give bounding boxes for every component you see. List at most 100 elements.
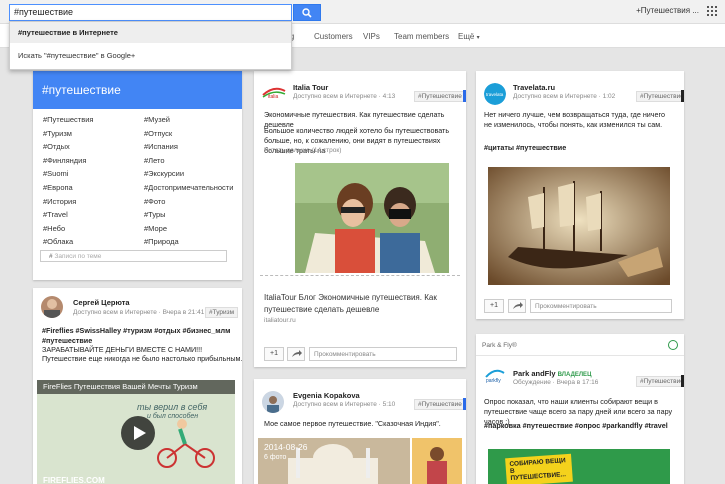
hashtag-link[interactable]: #Путешествия [43,115,93,124]
parkfly-logo-text: parkfly [486,378,501,383]
hashtag-link[interactable]: #Отпуск [144,129,172,138]
post-card-evgenia: Evgenia Kopakova Доступно всем в Интерне… [254,379,466,484]
post-banner-image[interactable]: СОБИРАЮ ВЕЩИ В ПУТЕШЕСТВИЕ... [488,449,670,484]
nav-item-team-members[interactable]: Team members [394,32,449,41]
search-button[interactable] [293,4,321,21]
user-account-link[interactable]: +Путешествия ... [636,6,699,15]
italia-tour-logo[interactable]: italia [262,83,286,99]
avatar[interactable] [262,391,284,413]
search-input[interactable]: #путешествие [9,4,292,21]
hashtag-link[interactable]: #Природа [144,237,179,246]
hashtag-link[interactable]: #Экскурсии [144,169,184,178]
read-more-link[interactable]: Читать дальше (14 строк) [264,147,341,154]
hashtag-link[interactable]: #Море [144,224,167,233]
community-name[interactable]: Park & Fly® [482,342,517,349]
post-author[interactable]: Park andFly ВЛАДЕЛЕЦ [513,369,591,378]
suggestion-google-search[interactable]: Искать "#путешествие" в Google+ [10,43,291,68]
bike-illustration [157,419,215,468]
hashtag-link[interactable]: #Туризм [43,129,72,138]
post-text-line1: Нет ничего лучше, чем возвращаться туда,… [484,110,666,129]
hashtag-link[interactable]: #Испания [144,142,178,151]
post-text-line2: Путешествие еще никогда не было настольк… [42,354,242,363]
post-badge[interactable]: #Путешествие [636,376,684,387]
post-hashtags[interactable]: #парковка #путешествие #опрос #parkandfl… [484,421,668,430]
post-meta: Обсуждение · Вчера в 17:16 [513,379,599,386]
hashtag-link[interactable]: #История [43,197,76,206]
album-date: 2014-08-26 [264,442,308,452]
video-footer-text: FIREFLIES.COM [43,476,105,484]
suggestion-hashtag[interactable]: #путешествие в Интернете [10,22,291,43]
video-title: FireFlies Путешествия Вашей Мечты Туризм [37,380,235,394]
post-meta: Доступно всем в Интернете · Вчера в 21:4… [73,309,205,316]
album-cover[interactable]: 2014-08-26 6 фото [258,438,410,484]
post-meta: Доступно всем в Интернете · 1:02 [513,93,616,100]
marker [681,90,684,102]
hash-icon: # [49,253,53,260]
post-author[interactable]: Evgenia Kopakova [293,391,360,400]
hashtag-link[interactable]: #Небо [43,224,65,233]
unread-marker [463,398,466,410]
nav-item-vips[interactable]: VIPs [363,32,380,41]
hashtag-link[interactable]: #Финляндия [43,156,86,165]
apps-grid-icon[interactable] [707,6,717,16]
italia-logo-text: italia [268,94,279,99]
post-card-park-and-fly: Park & Fly® parkfly Park andFly ВЛАДЕЛЕЦ… [476,334,684,484]
author-name: Park andFly [513,369,556,378]
nav-item-customers[interactable]: Customers [314,32,353,41]
hashtag-link[interactable]: #Облака [43,237,73,246]
post-photo[interactable] [295,163,449,273]
divider [476,355,684,356]
post-photo[interactable] [488,167,670,285]
plus-one-button[interactable]: +1 [264,347,284,361]
share-icon [292,350,302,357]
comment-input[interactable]: Прокомментировать [309,347,457,361]
album-thumbnail[interactable] [412,438,462,484]
post-badge[interactable]: #Туризм [205,307,239,318]
video-overlay-text: ты верил в себя [137,402,208,412]
post-text-line1: Мое самое первое путешествие. "Сказочная… [264,419,441,428]
chevron-down-icon: ▾ [476,35,480,41]
plus-one-button[interactable]: +1 [484,299,504,313]
hashtag-link[interactable]: #Лето [144,156,165,165]
post-author[interactable]: Сергей Церюта [73,298,130,307]
comment-input[interactable]: Прокомментировать [530,299,672,313]
community-icon[interactable] [668,340,678,350]
search-icon [302,7,312,18]
link-domain[interactable]: italiatour.ru [264,317,296,324]
play-button[interactable] [121,416,155,450]
hashtag-title: #путешествие [33,71,242,109]
share-icon [513,302,523,309]
hashtag-link[interactable]: #Европа [43,183,73,192]
hashtag-link[interactable]: #Музей [144,115,170,124]
hashtag-link[interactable]: #Travel [43,210,68,219]
hashtag-card: #путешествие #Путешествия #Туризм #Отдых #Ф… [33,71,242,280]
marker [681,375,684,387]
post-hashtags[interactable]: #Fireflies #SwissHalley #туризм #отдых #… [42,326,237,346]
unread-marker [463,90,466,102]
hashtag-search-input[interactable]: # Записи по теме [40,250,227,262]
hashtag-link[interactable]: #Достопримечательности [144,183,233,192]
post-hashtags[interactable]: #цитаты #путешествие [484,143,566,152]
share-button[interactable] [508,299,526,313]
hashtag-link[interactable]: #Suomi [43,169,68,178]
post-author[interactable]: Travelata.ru [513,83,555,92]
banner-sign: СОБИРАЮ ВЕЩИ В ПУТЕШЕСТВИЕ... [505,453,573,484]
post-badge[interactable]: #Путешествие [414,91,466,102]
post-badge[interactable]: #Путешествие [414,399,466,410]
hashtag-link[interactable]: #Отдых [43,142,70,151]
hashtag-link[interactable]: #Фото [144,197,165,206]
park-and-fly-logo[interactable]: parkfly [484,367,506,383]
video-thumbnail[interactable]: FireFlies Путешествия Вашей Мечты Туризм… [37,380,235,484]
post-card-sergey: Сергей Церюта Доступно всем в Интернете … [33,288,242,484]
post-author[interactable]: Italia Tour [293,83,328,92]
avatar[interactable] [41,296,63,318]
travelata-logo[interactable]: travelata [484,83,506,105]
play-icon [134,426,146,440]
share-button[interactable] [287,347,305,361]
nav-item-more[interactable]: Ещё ▾ [458,32,480,41]
post-card-travelata: travelata Travelata.ru Доступно всем в И… [476,71,684,319]
hashtag-link[interactable]: #Туры [144,210,166,219]
link-title[interactable]: ItaliaTour Блог Экономичные путешествия.… [264,292,449,316]
post-badge[interactable]: #Путешествие [636,91,684,102]
post-meta: Доступно всем в Интернете · 4:13 [293,93,396,100]
